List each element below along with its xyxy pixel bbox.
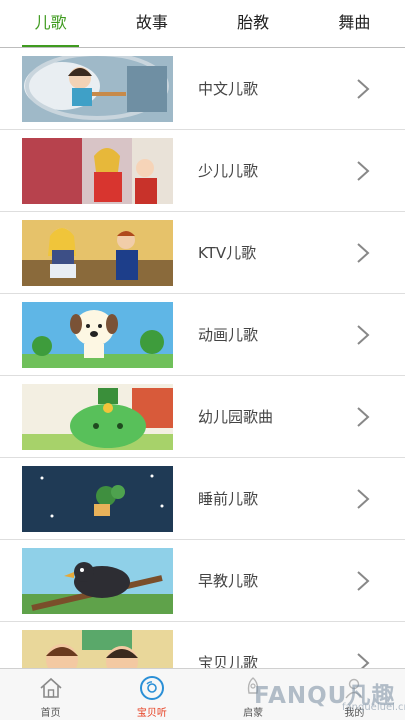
category-label: 幼儿园歌曲 [198,408,274,426]
list-item[interactable]: 动画儿歌 [0,294,405,376]
rocket-icon [247,677,259,694]
category-label: 动画儿歌 [198,326,259,344]
chevron-right-icon [357,243,370,263]
chevron-right-icon [357,489,370,509]
nav-baby-listen[interactable]: 宝贝听 [101,669,202,720]
list-item[interactable]: 少儿儿歌 [0,130,405,212]
list-item[interactable]: 幼儿园歌曲 [0,376,405,458]
category-list: 中文儿歌 少儿儿歌 KTV儿歌 动画儿歌 幼儿园歌曲 睡前儿歌 早教儿歌 宝贝儿… [0,48,405,668]
nav-home-label: 首页 [40,708,61,719]
thumbnail-moon-night [22,466,173,532]
chevron-right-icon [357,407,370,427]
nav-baby-listen-label: 宝贝听 [136,708,167,719]
thumbnail-snow-girl [22,56,173,122]
chevron-right-icon [357,325,370,345]
nav-enlighten-label: 启蒙 [243,708,264,719]
nav-enlighten[interactable]: 启蒙 [203,669,304,720]
chevron-right-icon [357,79,370,99]
category-label: 中文儿歌 [198,80,259,98]
tab-stories[interactable]: 故事 [101,0,202,47]
thumbnail-cinderella-prince [22,220,173,286]
chevron-right-icon [357,653,370,668]
category-label: 早教儿歌 [198,572,259,590]
list-item[interactable]: 早教儿歌 [0,540,405,622]
person-icon [345,678,363,699]
nav-mine-label: 我的 [344,708,365,719]
category-label: KTV儿歌 [198,244,257,262]
tab-dance-music[interactable]: 舞曲 [304,0,405,47]
category-label: 少儿儿歌 [198,162,259,180]
list-item[interactable]: 中文儿歌 [0,48,405,130]
tab-children-songs[interactable]: 儿歌 [0,0,101,47]
nav-mine[interactable]: 我的 [304,669,405,720]
thumbnail-red-cape-girls [22,138,173,204]
home-icon [40,677,62,698]
tab-prenatal[interactable]: 胎教 [203,0,304,47]
category-label: 宝贝儿歌 [198,654,259,668]
disc-icon [139,676,164,700]
thumbnail-kids [22,630,173,668]
thumbnail-crow [22,548,173,614]
chevron-right-icon [357,571,370,591]
category-tab-bar: 儿歌 故事 胎教 舞曲 [0,0,405,48]
list-item[interactable]: KTV儿歌 [0,212,405,294]
category-label: 睡前儿歌 [198,490,259,508]
nav-home[interactable]: 首页 [0,669,101,720]
bottom-navigation: 首页 宝贝听 启蒙 我的 [0,668,405,720]
list-item[interactable]: 宝贝儿歌 [0,622,405,668]
thumbnail-cartoon-dog [22,302,173,368]
chevron-right-icon [357,161,370,181]
thumbnail-green-monster [22,384,173,450]
list-item[interactable]: 睡前儿歌 [0,458,405,540]
